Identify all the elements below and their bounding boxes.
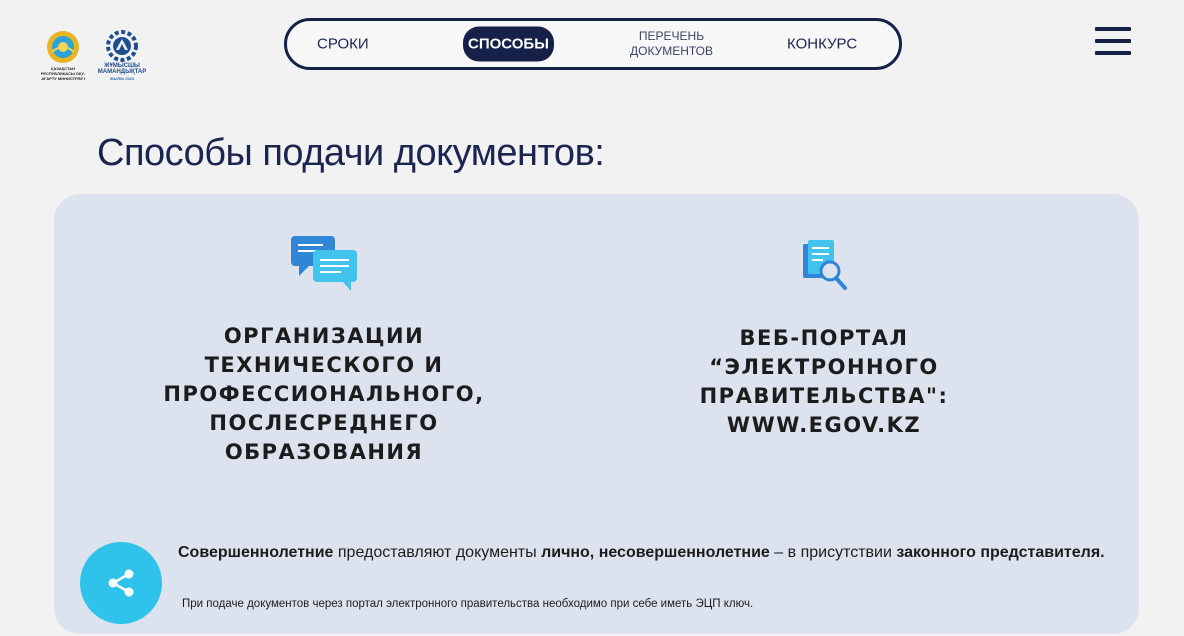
hamburger-menu-icon[interactable] <box>1095 27 1131 59</box>
page-title: Способы подачи документов: <box>97 132 605 174</box>
page: ҚАЗАҚСТАН РЕСПУБЛИКАСЫ ОҚУ-АҒАРТУ МИНИСТ… <box>0 0 1184 636</box>
method-title-line: ТЕХНИЧЕСКОГО И <box>204 353 444 377</box>
share-button[interactable] <box>80 542 162 624</box>
method-title-line: WWW.EGOV.KZ <box>726 413 922 437</box>
nav-item-sroki[interactable]: СРОКИ <box>317 36 369 53</box>
note-representative: законного представителя. <box>896 544 1105 561</box>
working-professions-logo[interactable]: ЖҰМЫСШЫ МАМАНДЫҚТАР ЖЫЛЫ 2023 <box>98 30 146 82</box>
method-egov: ВЕБ-ПОРТАЛ “ЭЛЕКТРОННОГО ПРАВИТЕЛЬСТВА":… <box>664 238 984 440</box>
submission-note: Совершеннолетние предоставляют документы… <box>178 540 1118 565</box>
emblem-icon <box>47 31 79 63</box>
note-adults: Совершеннолетние <box>178 544 334 561</box>
method-title-line: ОРГАНИЗАЦИИ <box>223 324 425 348</box>
hamburger-bar <box>1095 27 1131 31</box>
gear-icon <box>106 30 138 62</box>
share-icon <box>108 569 134 597</box>
method-title-line: ПРАВИТЕЛЬСТВА": <box>699 384 949 408</box>
logo-zh-caption2: ЖЫЛЫ 2023 <box>109 76 135 81</box>
note-text: предоставляют документы <box>333 544 542 561</box>
method-title: ВЕБ-ПОРТАЛ “ЭЛЕКТРОННОГО ПРАВИТЕЛЬСТВА":… <box>664 324 984 440</box>
hamburger-bar <box>1095 39 1131 43</box>
logo-zh-caption: ЖҰМЫСШЫ МАМАНДЫҚТАР <box>97 63 147 75</box>
method-title-line: ОБРАЗОВАНИЯ <box>224 440 424 464</box>
document-search-icon <box>799 238 849 294</box>
nav-item-perechen-line1: ПЕРЕЧЕНЬ <box>638 29 705 43</box>
nav-item-sposoby[interactable]: СПОСОБЫ <box>463 26 554 62</box>
nav-item-perechen-line2: ДОКУМЕНТОВ <box>630 44 714 58</box>
method-title-line: ВЕБ-ПОРТАЛ <box>739 326 909 350</box>
eds-key-note: При подаче документов через портал элект… <box>182 598 754 610</box>
chat-bubbles-icon <box>289 234 359 294</box>
note-personally: лично, несовершеннолетние <box>541 544 770 561</box>
method-college: ОРГАНИЗАЦИИ ТЕХНИЧЕСКОГО И ПРОФЕССИОНАЛЬ… <box>144 234 504 467</box>
method-title-line: ПОСЛЕСРЕДНЕГО <box>209 411 439 435</box>
note-text: – в присутствии <box>769 544 897 561</box>
hamburger-bar <box>1095 51 1131 55</box>
method-title: ОРГАНИЗАЦИИ ТЕХНИЧЕСКОГО И ПРОФЕССИОНАЛЬ… <box>144 322 504 467</box>
logo-kz-caption: ҚАЗАҚСТАН РЕСПУБЛИКАСЫ ОҚУ-АҒАРТУ МИНИСТ… <box>40 66 86 81</box>
main-nav: СРОКИ СПОСОБЫ ПЕРЕЧЕНЬ ДОКУМЕНТОВ КОНКУР… <box>284 18 902 70</box>
methods-card: ОРГАНИЗАЦИИ ТЕХНИЧЕСКОГО И ПРОФЕССИОНАЛЬ… <box>54 194 1139 634</box>
nav-item-konkurs[interactable]: КОНКУРС <box>787 36 857 53</box>
kazakhstan-emblem-logo[interactable]: ҚАЗАҚСТАН РЕСПУБЛИКАСЫ ОҚУ-АҒАРТУ МИНИСТ… <box>40 30 86 81</box>
nav-item-perechen[interactable]: ПЕРЕЧЕНЬ ДОКУМЕНТОВ <box>630 29 713 59</box>
method-title-line: “ЭЛЕКТРОННОГО <box>709 355 939 379</box>
header-logos: ҚАЗАҚСТАН РЕСПУБЛИКАСЫ ОҚУ-АҒАРТУ МИНИСТ… <box>40 30 146 82</box>
method-title-line: ПРОФЕССИОНАЛЬНОГО, <box>163 382 485 406</box>
